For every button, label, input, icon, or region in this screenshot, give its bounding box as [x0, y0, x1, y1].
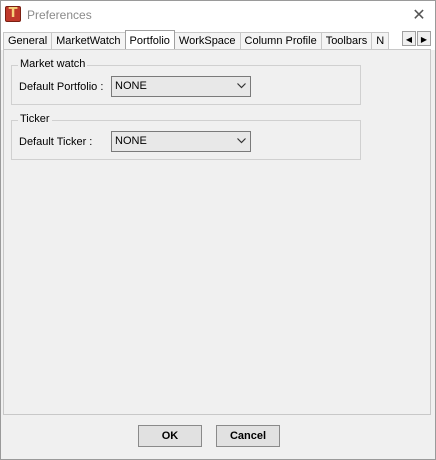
chevron-down-icon: [237, 138, 246, 144]
cancel-button[interactable]: Cancel: [216, 425, 280, 447]
chevron-down-icon: [237, 83, 246, 89]
portfolio-tab-panel: Market watch Default Portfolio : NONE Ti…: [3, 49, 431, 415]
market-watch-group: Market watch Default Portfolio : NONE: [11, 58, 361, 105]
ticker-group: Ticker Default Ticker : NONE: [11, 113, 361, 160]
default-ticker-label: Default Ticker :: [19, 136, 93, 148]
tab-toolbars[interactable]: Toolbars: [320, 32, 373, 50]
tab-n[interactable]: N: [371, 32, 390, 50]
default-portfolio-value: NONE: [115, 80, 147, 92]
tab-workspace[interactable]: WorkSpace: [173, 32, 241, 50]
scroll-left-icon[interactable]: ◀: [402, 31, 416, 46]
tab-column-profile[interactable]: Column Profile: [239, 32, 322, 50]
app-logo-letter: T: [8, 6, 18, 21]
ok-button[interactable]: OK: [138, 425, 202, 447]
tab-general[interactable]: General: [3, 32, 53, 50]
tab-strip: General MarketWatch Portfolio WorkSpace Colu…: [1, 29, 435, 50]
default-ticker-dropdown[interactable]: NONE: [111, 131, 251, 152]
tab-row: General MarketWatch Portfolio WorkSpace Colu…: [3, 30, 390, 50]
app-logo-icon: T: [5, 6, 21, 22]
title-bar[interactable]: T Preferences ✕: [1, 1, 435, 29]
ticker-group-title: Ticker: [18, 113, 52, 125]
scroll-right-icon[interactable]: ▶: [417, 31, 431, 46]
preferences-window: T Preferences ✕ General MarketWatch Portfo…: [0, 0, 436, 460]
window-title: Preferences: [27, 8, 92, 22]
default-ticker-value: NONE: [115, 135, 147, 147]
default-portfolio-dropdown[interactable]: NONE: [111, 76, 251, 97]
tab-scroll-buttons: ◀ ▶: [401, 31, 431, 46]
default-portfolio-label: Default Portfolio :: [19, 81, 104, 93]
tab-portfolio[interactable]: Portfolio: [124, 30, 175, 50]
market-watch-group-title: Market watch: [18, 58, 88, 70]
close-icon[interactable]: ✕: [409, 5, 429, 25]
tab-marketwatch[interactable]: MarketWatch: [51, 32, 126, 50]
